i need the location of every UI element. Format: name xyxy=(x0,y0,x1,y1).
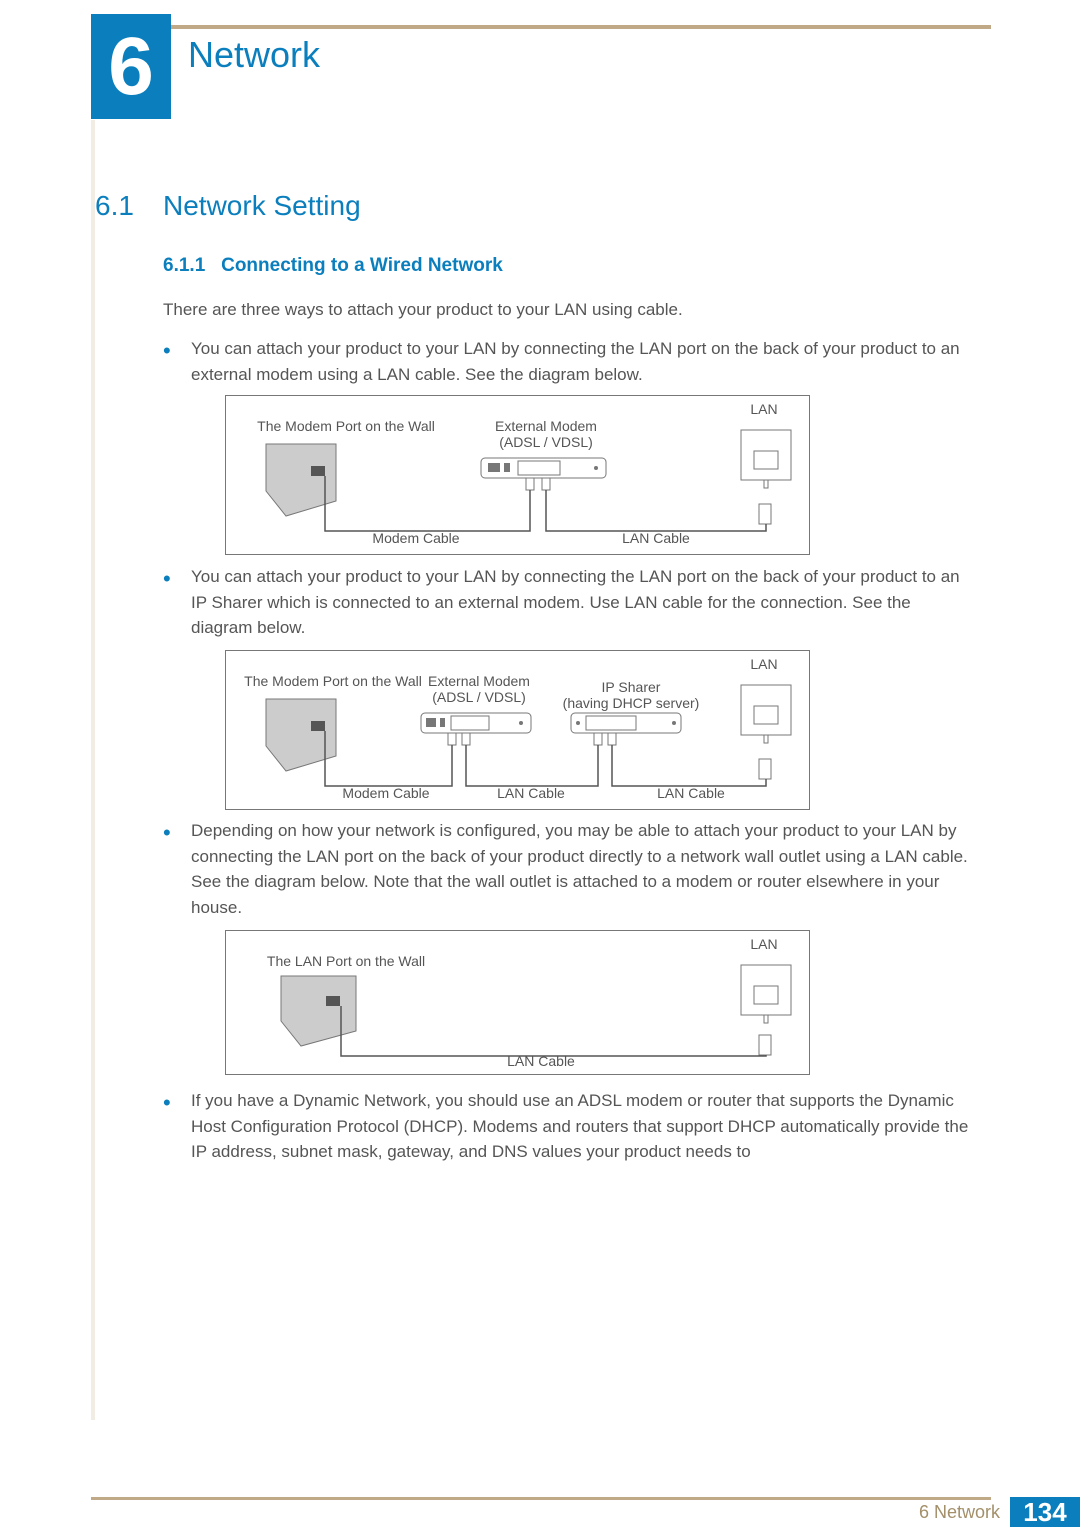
list-item: • You can attach your product to your LA… xyxy=(163,336,973,387)
subsection-title: Connecting to a Wired Network xyxy=(221,255,503,276)
diagram-modem-direct: The Modem Port on the Wall External Mode… xyxy=(225,395,810,555)
list-item: • If you have a Dynamic Network, you sho… xyxy=(163,1088,973,1165)
bullet-icon: • xyxy=(163,1088,173,1165)
bullet-text: You can attach your product to your LAN … xyxy=(191,564,973,641)
top-accent-rule xyxy=(91,25,991,29)
footer-accent-rule xyxy=(91,1497,991,1500)
footer-page-number: 134 xyxy=(1010,1497,1080,1527)
bullet-text: You can attach your product to your LAN … xyxy=(191,336,973,387)
list-item: • Depending on how your network is confi… xyxy=(163,818,973,920)
intro-paragraph: There are three ways to attach your prod… xyxy=(163,300,683,320)
subsection-heading: 6.1.1 Connecting to a Wired Network xyxy=(163,255,503,277)
diagram-ip-sharer: The Modem Port on the Wall External Mode… xyxy=(225,650,810,810)
bullet-icon: • xyxy=(163,564,173,641)
chapter-title: Network xyxy=(188,34,320,76)
bullet-text: If you have a Dynamic Network, you shoul… xyxy=(191,1088,973,1165)
subsection-number: 6.1.1 xyxy=(163,255,205,276)
section-number: 6.1 xyxy=(95,190,134,222)
bullet-text: Depending on how your network is configu… xyxy=(191,818,973,920)
diagram-svg xyxy=(226,396,811,556)
list-item: • You can attach your product to your LA… xyxy=(163,564,973,641)
chapter-number-badge: 6 xyxy=(91,14,171,119)
page-footer: 6 Network 134 xyxy=(0,1497,1080,1527)
diagram-svg xyxy=(226,651,811,811)
diagram-svg xyxy=(226,931,811,1076)
footer-chapter-label: 6 Network xyxy=(919,1497,1000,1527)
section-title: Network Setting xyxy=(163,190,361,222)
diagram-wall-direct: The LAN Port on the Wall LAN RJ45 LAN Ca… xyxy=(225,930,810,1075)
bullet-icon: • xyxy=(163,336,173,387)
bullet-icon: • xyxy=(163,818,173,920)
left-margin-rule xyxy=(91,120,95,1420)
